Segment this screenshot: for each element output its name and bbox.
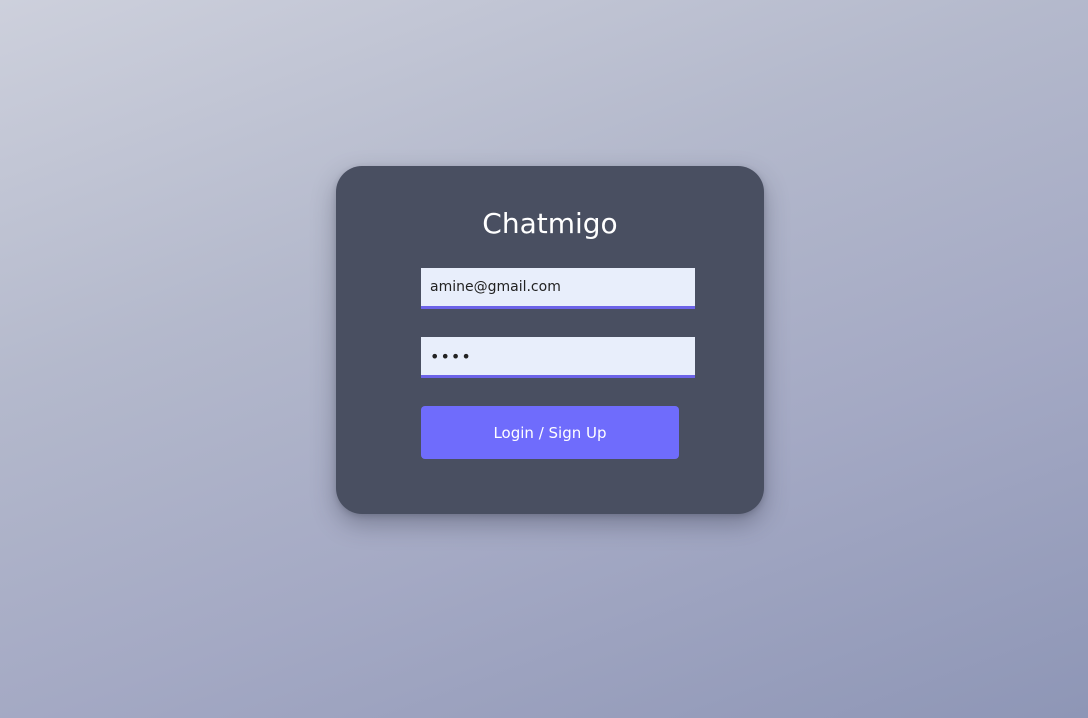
app-title: Chatmigo — [482, 207, 618, 240]
login-card: Chatmigo •••• Login / Sign Up — [336, 166, 764, 514]
password-mask: •••• — [430, 346, 472, 366]
password-field[interactable]: •••• — [421, 337, 695, 378]
login-signup-button[interactable]: Login / Sign Up — [421, 406, 679, 459]
email-field[interactable] — [421, 268, 695, 309]
